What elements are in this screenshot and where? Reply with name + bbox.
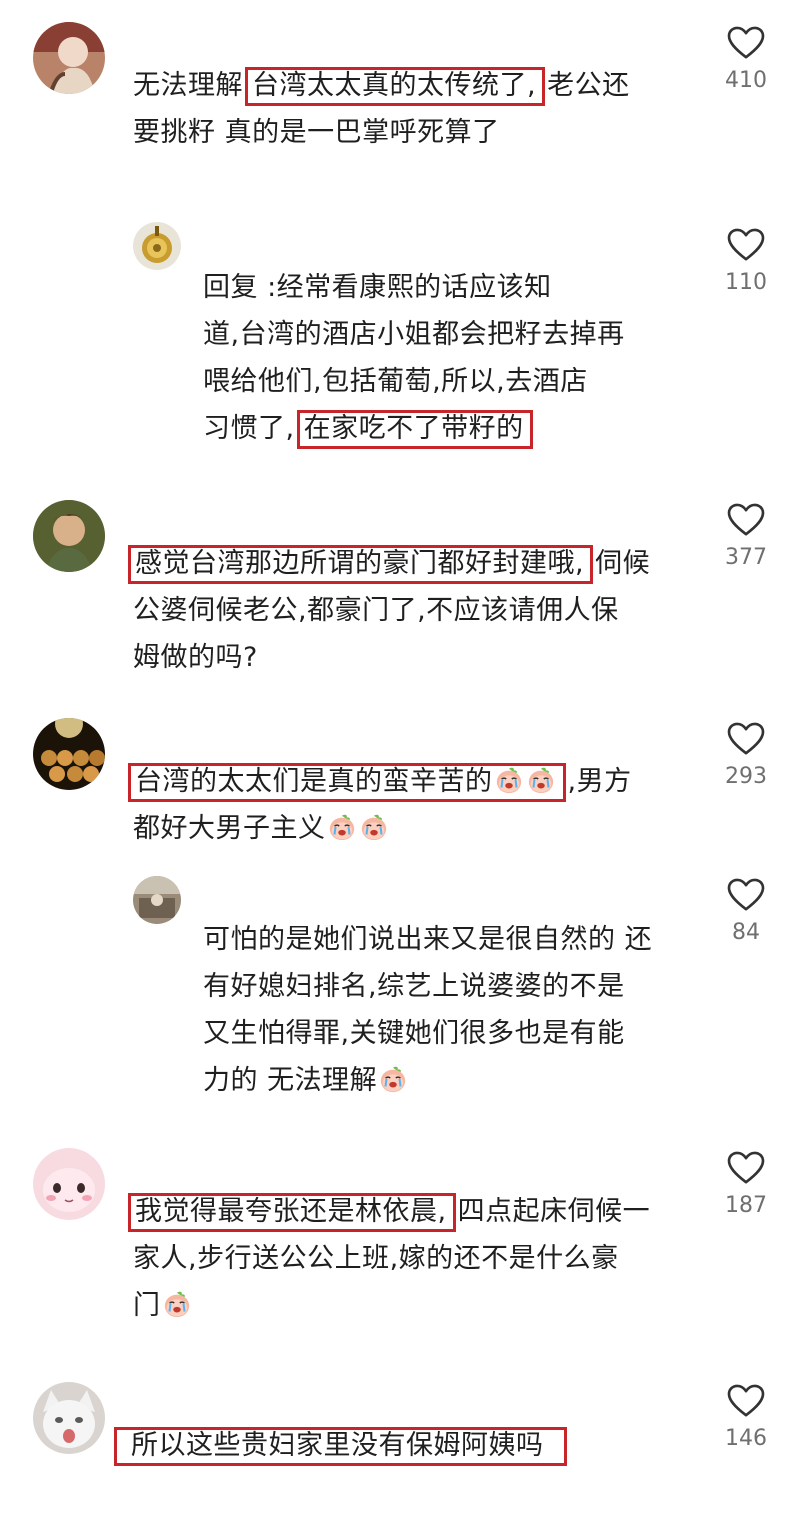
comment-line: 公婆伺候老公,都豪门了,不应该请佣人保 bbox=[133, 595, 619, 626]
comment-line: 家人,步行送公公上班,嫁的还不是什么豪 bbox=[133, 1243, 619, 1274]
comment-text: 台湾的太太们是真的蛮辛苦的 ,男方 都好大男子主义 bbox=[126, 758, 632, 852]
comment-line: 有好媳妇排名,综艺上说婆婆的不是 bbox=[203, 971, 625, 1002]
heart-outline-icon bbox=[727, 228, 765, 262]
heart-outline-icon bbox=[727, 722, 765, 756]
comment-line: 喂给他们,包括葡萄,所以,去酒店 bbox=[203, 366, 588, 397]
comment-text: 感觉台湾那边所谓的豪门都好封建哦, 伺候 公婆伺候老公,都豪门了,不应该请佣人保 … bbox=[126, 540, 650, 681]
heart-outline-icon bbox=[727, 1151, 765, 1185]
like-button[interactable]: 146 bbox=[706, 1384, 786, 1451]
crying-peach-emoji-icon bbox=[327, 812, 357, 842]
avatar[interactable] bbox=[33, 718, 105, 790]
like-button[interactable]: 377 bbox=[706, 503, 786, 570]
comment-line: 习惯了, 在家吃不了带籽的 bbox=[203, 405, 625, 452]
highlight-box: 台湾的太太们是真的蛮辛苦的 bbox=[128, 763, 566, 802]
text-span: 伺候 bbox=[595, 548, 651, 579]
reply-text: 可怕的是她们说出来又是很自然的 还 有好媳妇排名,综艺上说婆婆的不是 又生怕得罪… bbox=[203, 916, 652, 1104]
highlight-box: 我觉得最夸张还是林依晨, bbox=[128, 1193, 456, 1232]
comment-line: 感觉台湾那边所谓的豪门都好封建哦, 伺候 bbox=[126, 540, 650, 587]
comment-text: 所以这些贵妇家里没有保姆阿姨吗 bbox=[112, 1422, 569, 1469]
user-avatar-icon bbox=[33, 22, 105, 94]
comment-text: 无法理解 台湾太太真的太传统了, 老公还 要挑籽 真的是一巴掌呼死算了 bbox=[133, 62, 630, 156]
like-button[interactable]: 187 bbox=[706, 1151, 786, 1218]
text-span: 无法理解 bbox=[133, 70, 243, 101]
user-avatar-icon bbox=[33, 718, 105, 790]
comment-line: 台湾的太太们是真的蛮辛苦的 ,男方 bbox=[126, 758, 632, 805]
user-avatar-icon bbox=[133, 222, 181, 270]
comment-line: 可怕的是她们说出来又是很自然的 还 bbox=[203, 924, 653, 955]
avatar[interactable] bbox=[33, 1148, 105, 1220]
like-button[interactable]: 110 bbox=[706, 228, 786, 295]
highlight-box: 所以这些贵妇家里没有保姆阿姨吗 bbox=[114, 1427, 567, 1466]
highlight-box: 在家吃不了带籽的 bbox=[296, 410, 533, 449]
like-count: 84 bbox=[732, 920, 760, 945]
user-avatar-icon bbox=[33, 1382, 105, 1454]
text-span: 力的 无法理解 bbox=[203, 1065, 378, 1096]
highlight-box: 感觉台湾那边所谓的豪门都好封建哦, bbox=[128, 545, 594, 584]
heart-outline-icon bbox=[727, 878, 765, 912]
heart-outline-icon bbox=[727, 26, 765, 60]
like-count: 410 bbox=[725, 68, 767, 93]
comment-line: 都好大男子主义 bbox=[126, 805, 632, 852]
text-span: 四点起床伺候一 bbox=[457, 1196, 651, 1227]
user-avatar-icon bbox=[33, 1148, 105, 1220]
like-count: 146 bbox=[725, 1426, 767, 1451]
text-span: 习惯了, bbox=[203, 413, 295, 444]
heart-outline-icon bbox=[727, 1384, 765, 1418]
text-span: 门 bbox=[133, 1290, 161, 1321]
like-button[interactable]: 410 bbox=[706, 26, 786, 93]
like-count: 377 bbox=[725, 545, 767, 570]
text-span: 老公还 bbox=[547, 70, 630, 101]
like-button[interactable]: 84 bbox=[706, 878, 786, 945]
comment-line: 又生怕得罪,关键她们很多也是有能 bbox=[203, 1018, 625, 1049]
comment-line: 我觉得最夸张还是林依晨, 四点起床伺候一 bbox=[126, 1188, 650, 1235]
like-button[interactable]: 293 bbox=[706, 722, 786, 789]
like-count: 187 bbox=[725, 1193, 767, 1218]
avatar[interactable] bbox=[133, 222, 181, 270]
comment-text: 我觉得最夸张还是林依晨, 四点起床伺候一 家人,步行送公公上班,嫁的还不是什么豪 … bbox=[126, 1188, 650, 1329]
user-avatar-icon bbox=[33, 500, 105, 572]
comment-line: 无法理解 台湾太太真的太传统了, 老公还 bbox=[133, 62, 630, 109]
comment-line: 道,台湾的酒店小姐都会把籽去掉再 bbox=[203, 319, 625, 350]
like-count: 293 bbox=[725, 764, 767, 789]
like-count: 110 bbox=[725, 270, 767, 295]
heart-outline-icon bbox=[727, 503, 765, 537]
comment-line: 力的 无法理解 bbox=[203, 1057, 652, 1104]
text-span: ,男方 bbox=[567, 766, 632, 797]
reply-text: 回复 :经常看康熙的话应该知 道,台湾的酒店小姐都会把籽去掉再 喂给他们,包括葡… bbox=[203, 264, 625, 452]
avatar[interactable] bbox=[33, 1382, 105, 1454]
comment-line: 门 bbox=[126, 1282, 650, 1329]
crying-peach-emoji-icon bbox=[526, 765, 556, 795]
highlight-box: 台湾太太真的太传统了, bbox=[245, 67, 546, 106]
avatar[interactable] bbox=[33, 22, 105, 94]
text-span: 台湾的太太们是真的蛮辛苦的 bbox=[135, 766, 493, 797]
text-span: 都好大男子主义 bbox=[133, 813, 326, 844]
avatar[interactable] bbox=[133, 876, 181, 924]
user-avatar-icon bbox=[133, 876, 181, 924]
crying-peach-emoji-icon bbox=[162, 1289, 192, 1319]
crying-peach-emoji-icon bbox=[378, 1064, 408, 1094]
comment-line: 回复 :经常看康熙的话应该知 bbox=[203, 272, 552, 303]
comment-line: 姆做的吗? bbox=[133, 642, 258, 673]
comment-line: 要挑籽 真的是一巴掌呼死算了 bbox=[133, 117, 500, 148]
crying-peach-emoji-icon bbox=[359, 812, 389, 842]
comment-line: 所以这些贵妇家里没有保姆阿姨吗 bbox=[112, 1422, 569, 1469]
crying-peach-emoji-icon bbox=[494, 765, 524, 795]
avatar[interactable] bbox=[33, 500, 105, 572]
